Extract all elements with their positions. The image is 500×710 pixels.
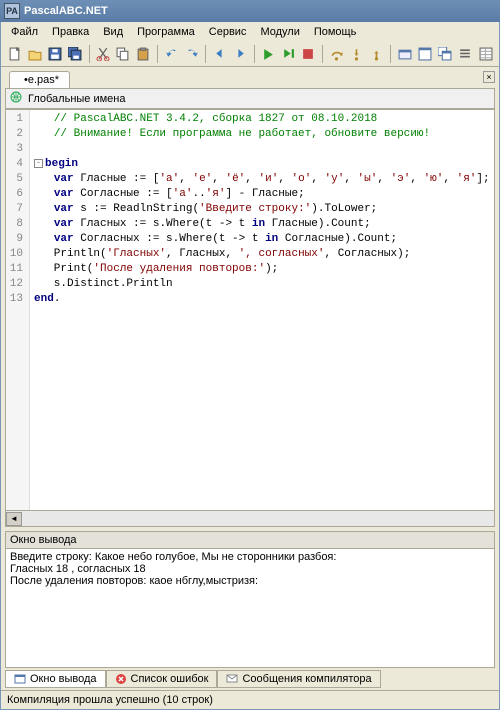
bottom-tabs: Окно вывода Список ошибок Сообщения компил… — [5, 670, 495, 688]
line-number: 7 — [8, 202, 23, 217]
line-gutter: 12345678910111213 — [6, 110, 30, 510]
fold-toggle-icon[interactable]: - — [34, 159, 43, 168]
toolbar-separator — [157, 45, 158, 63]
open-file-icon[interactable] — [25, 44, 44, 64]
run-icon[interactable] — [259, 44, 278, 64]
scroll-left-icon[interactable]: ◄ — [6, 512, 22, 526]
editor-tab-active[interactable]: •e.pas* — [9, 71, 70, 88]
code-line[interactable]: -begin — [34, 157, 490, 172]
step-into-icon[interactable] — [347, 44, 366, 64]
undo-icon[interactable] — [162, 44, 181, 64]
line-number: 1 — [8, 112, 23, 127]
toolbar — [1, 42, 499, 67]
window-body: ФайлПравкаВидПрограммаСервисМодулиПомощь… — [0, 22, 500, 710]
output-panel-title: Окно вывода — [5, 531, 495, 548]
bottom-tab-label: Окно вывода — [30, 673, 97, 685]
error-icon — [115, 673, 127, 685]
code-area[interactable]: 12345678910111213 // PascalABC.NET 3.4.2… — [6, 110, 494, 510]
bottom-tab-error-icon[interactable]: Список ошибок — [106, 670, 218, 688]
props-icon[interactable] — [476, 44, 495, 64]
new-file-icon[interactable] — [5, 44, 24, 64]
toolbar-separator — [390, 45, 391, 63]
code-line[interactable]: end. — [34, 292, 490, 307]
horizontal-scrollbar[interactable]: ◄ — [6, 510, 494, 526]
bottom-tab-message-icon[interactable]: Сообщения компилятора — [217, 670, 380, 688]
scope-bar — [5, 88, 495, 109]
toolbar-separator — [89, 45, 90, 63]
line-number: 5 — [8, 172, 23, 187]
tab-close-button[interactable]: × — [483, 71, 495, 83]
menu-item-Файл[interactable]: Файл — [5, 24, 44, 40]
line-number: 11 — [8, 262, 23, 277]
title-bar: PA PascalABC.NET — [0, 0, 500, 22]
editor-tabs: •e.pas* × — [1, 67, 499, 88]
copy-icon[interactable] — [114, 44, 133, 64]
bottom-tab-label: Сообщения компилятора — [242, 673, 371, 685]
toolbar-separator — [322, 45, 323, 63]
menu-item-Модули[interactable]: Модули — [254, 24, 305, 40]
line-number: 3 — [8, 142, 23, 157]
code-editor: 12345678910111213 // PascalABC.NET 3.4.2… — [5, 109, 495, 527]
line-number: 2 — [8, 127, 23, 142]
status-bar: Компиляция прошла успешно (10 строк) — [1, 690, 499, 709]
bottom-tab-output-icon[interactable]: Окно вывода — [5, 670, 106, 688]
save-icon[interactable] — [45, 44, 64, 64]
forward-icon[interactable] — [230, 44, 249, 64]
globe-icon — [10, 91, 22, 106]
menu-item-Помощь[interactable]: Помощь — [308, 24, 363, 40]
redo-icon[interactable] — [182, 44, 201, 64]
toolbar-separator — [254, 45, 255, 63]
output-icon — [14, 673, 26, 685]
menu-item-Программа[interactable]: Программа — [131, 24, 201, 40]
window-icon[interactable] — [416, 44, 435, 64]
cut-icon[interactable] — [94, 44, 113, 64]
code-content[interactable]: // PascalABC.NET 3.4.2, сборка 1827 от 0… — [30, 110, 494, 510]
code-line[interactable]: var Гласные := ['а', 'е', 'ё', 'и', 'о',… — [34, 172, 490, 187]
message-icon — [226, 673, 238, 685]
output-panel[interactable]: Введите строку: Какое небо голубое, Мы н… — [5, 548, 495, 668]
menu-item-Вид[interactable]: Вид — [97, 24, 129, 40]
code-line[interactable]: var s := ReadlnString('Введите строку:')… — [34, 202, 490, 217]
code-line[interactable]: s.Distinct.Println — [34, 277, 490, 292]
scope-input[interactable] — [26, 92, 490, 106]
paste-icon[interactable] — [134, 44, 153, 64]
toolbar-separator — [205, 45, 206, 63]
windows-icon[interactable] — [436, 44, 455, 64]
save-all-icon[interactable] — [65, 44, 84, 64]
menu-item-Правка[interactable]: Правка — [46, 24, 95, 40]
stop-icon[interactable] — [299, 44, 318, 64]
code-line[interactable]: var Согласные := ['а'..'я'] - Гласные; — [34, 187, 490, 202]
bottom-tab-label: Список ошибок — [131, 673, 209, 685]
step-out-icon[interactable] — [367, 44, 386, 64]
line-number: 13 — [8, 292, 23, 307]
list-icon[interactable] — [456, 44, 475, 64]
run-step-icon[interactable] — [279, 44, 298, 64]
line-number: 6 — [8, 187, 23, 202]
module-icon[interactable] — [395, 44, 414, 64]
tab-label: •e.pas* — [24, 74, 59, 86]
step-over-icon[interactable] — [327, 44, 346, 64]
app-title: PascalABC.NET — [24, 5, 108, 17]
menu-item-Сервис[interactable]: Сервис — [203, 24, 253, 40]
menu-bar: ФайлПравкаВидПрограммаСервисМодулиПомощь — [1, 22, 499, 42]
code-line[interactable] — [34, 142, 490, 157]
line-number: 12 — [8, 277, 23, 292]
line-number: 10 — [8, 247, 23, 262]
code-line[interactable]: // Внимание! Если программа не работает,… — [34, 127, 490, 142]
code-line[interactable]: var Согласных := s.Where(t -> t in Согла… — [34, 232, 490, 247]
app-icon: PA — [4, 3, 20, 19]
code-line[interactable]: // PascalABC.NET 3.4.2, сборка 1827 от 0… — [34, 112, 490, 127]
code-line[interactable]: Print('После удаления повторов:'); — [34, 262, 490, 277]
line-number: 8 — [8, 217, 23, 232]
code-line[interactable]: Println('Гласных', Гласных, ', согласных… — [34, 247, 490, 262]
code-line[interactable]: var Гласных := s.Where(t -> t in Гласные… — [34, 217, 490, 232]
back-icon[interactable] — [210, 44, 229, 64]
line-number: 9 — [8, 232, 23, 247]
line-number: 4 — [8, 157, 23, 172]
